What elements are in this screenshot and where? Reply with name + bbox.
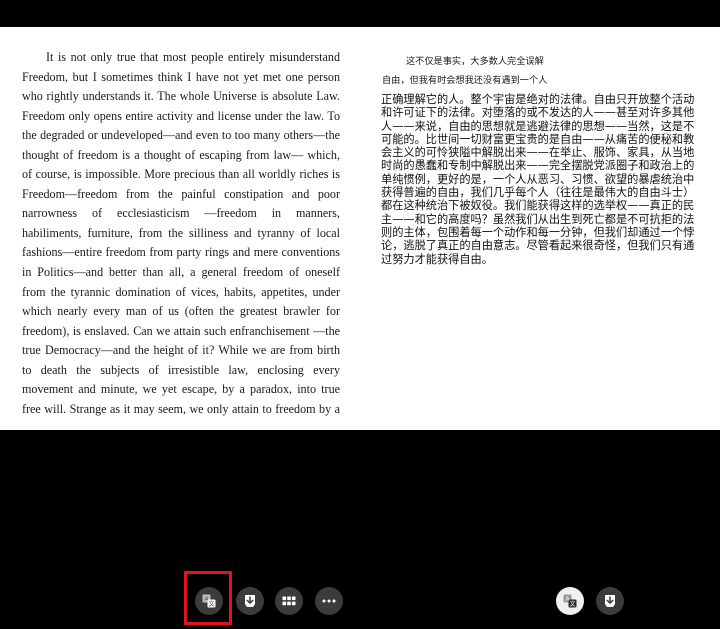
- chinese-line: 和许可证下的法律。对堕落的或不发达的人——甚至对许多其他: [381, 106, 695, 120]
- english-line: in Politics—and better than all, a gener…: [22, 265, 340, 280]
- chinese-line: 获得普遍的自由，我们几乎每个人（往往是最伟大的自由斗士）: [381, 186, 695, 200]
- english-line: true Democracy—and the height of it? Whi…: [22, 343, 340, 358]
- english-line: from the tyrannic domination of vices, h…: [22, 284, 340, 299]
- chinese-line: 则的主体，包围着每一个动作和每一分钟，但我们却通过一个悖: [381, 225, 695, 239]
- english-line: of course, is impossible. More precious …: [22, 167, 340, 182]
- chinese-line: 可能的。比世间一切财富更宝贵的是自由——从痛苦的便秘和教: [381, 132, 695, 146]
- english-line: movement and minute, we yet escape, by a…: [22, 382, 340, 397]
- chinese-line: 时尚的愚蠢和专制中解脱出来——完全摆脱党派圈子和政治上的: [381, 159, 695, 173]
- chinese-line: 会主义的可怜狭隘中解脱出来——在举止、服饰、家具，从当地: [381, 146, 695, 160]
- english-line: Freedom, but I sometimes think I have no…: [22, 69, 340, 84]
- english-line: which nearly every man of us (often the …: [22, 304, 340, 319]
- english-line: narrowness of ecclesiasticism —freedom i…: [22, 206, 340, 221]
- download-icon: [245, 595, 255, 607]
- chinese-line: 人——来说，自由的思想就是逃避法律的思想——当然，这是不: [381, 119, 695, 133]
- chinese-translation-line-2: 自由，但我有时会想我还没有遇到一个人: [382, 75, 548, 86]
- english-line: fashions—entire freedom from party rings…: [22, 245, 340, 260]
- chinese-line: 都在这种统治下被奴役。我们能获得这样的选举权——真正的民: [381, 199, 695, 213]
- chinese-line: 主——和它的高度吗？虽然我们从出生到死亡都是不可抗拒的法: [381, 212, 695, 226]
- english-line: who rightly understands it. The whole Un…: [22, 89, 340, 104]
- english-text-block: It is not only true that most people ent…: [22, 48, 340, 419]
- english-line: freedom), is enslaved. Can we attain suc…: [22, 323, 340, 338]
- chinese-translation-block: 正确理解它的人。整个宇宙是绝对的法律。自由只开放整个活动 和许可证下的法律。对堕…: [381, 93, 701, 266]
- chinese-line: 论，逃脱了真正的自由意志。尽管看起来很奇怪，但我们只有通: [381, 239, 695, 253]
- english-line: It is not only true that most people ent…: [46, 50, 340, 64]
- chinese-line: 正确理解它的人。整个宇宙是绝对的法律。自由只开放整个活动: [381, 93, 695, 106]
- download-icon: [605, 595, 615, 607]
- more-button[interactable]: [315, 587, 343, 615]
- document-page: It is not only true that most people ent…: [0, 27, 720, 430]
- english-line: habiliments, furniture, from the silline…: [22, 225, 340, 240]
- grid-view-button[interactable]: [275, 587, 303, 615]
- english-line: to death the subjects of irresistible la…: [22, 362, 340, 377]
- svg-text:A: A: [566, 597, 570, 603]
- english-line: free will. Strange as it may seem, we on…: [22, 401, 340, 416]
- english-line: thought of freedom is a thought of escap…: [22, 147, 340, 162]
- grid-icon: [282, 596, 296, 606]
- english-line: Freedom—freedom from the painful constip…: [22, 186, 340, 201]
- chinese-line: 单纯惯例，更好的是，一个人从恶习、习惯、欲望的暴虐统治中: [381, 172, 695, 186]
- chinese-line: 过努力才能获得自由。: [381, 252, 493, 266]
- chinese-translation-line-1: 这不仅是事实，大多数人完全误解: [406, 56, 544, 67]
- english-line: the degraded or undeveloped—and even to …: [22, 128, 340, 143]
- english-line: Freedom only opens entire activity and l…: [22, 108, 340, 123]
- download-button[interactable]: [236, 587, 264, 615]
- svg-text:文: 文: [569, 600, 575, 608]
- download-button-right[interactable]: [596, 587, 624, 615]
- translate-icon: 文 A: [563, 594, 577, 608]
- more-icon: [322, 599, 336, 603]
- translate-button-active[interactable]: 文 A: [556, 587, 584, 615]
- selection-highlight: [184, 571, 232, 625]
